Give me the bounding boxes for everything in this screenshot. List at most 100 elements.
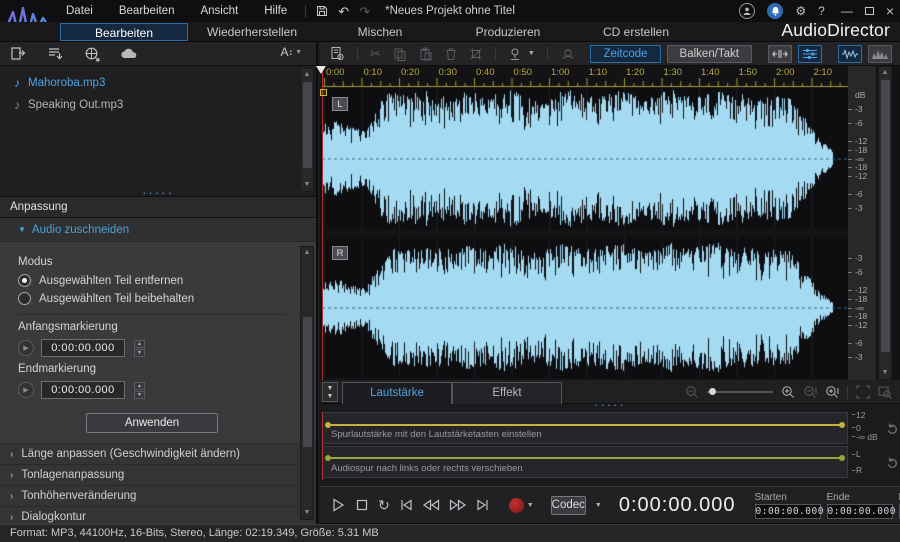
tab-cd-erstellen[interactable]: CD erstellen — [572, 23, 700, 41]
waveform-view-icon[interactable] — [838, 44, 862, 63]
tab-effect[interactable]: Effekt — [452, 381, 562, 404]
section-trim-audio[interactable]: ▼ Audio zuschneiden — [0, 218, 316, 242]
library-scrollbar[interactable]: ▲ ▼ — [300, 68, 314, 192]
save-icon[interactable] — [316, 5, 328, 17]
record-button[interactable] — [508, 497, 524, 513]
envelope-point[interactable] — [839, 455, 845, 461]
marker-caret-icon[interactable]: ▼ — [528, 50, 535, 57]
maximize-button[interactable] — [864, 7, 874, 15]
notifications-icon[interactable] — [767, 3, 784, 19]
stretch-tool-icon[interactable] — [768, 44, 792, 63]
spectral-view-icon[interactable] — [868, 44, 892, 63]
pan-envelope-lane[interactable]: Audiospur nach links oder rechts verschi… — [322, 446, 848, 478]
zoom-out-vertical-icon[interactable] — [803, 385, 817, 399]
waveform-scrollbar[interactable]: ▲ ▼ — [878, 66, 892, 380]
scroll-up-icon[interactable]: ▲ — [301, 247, 313, 259]
record-caret-icon[interactable]: ▼ — [527, 502, 534, 509]
go-to-start-button[interactable] — [399, 495, 413, 515]
sort-control[interactable]: A ↕ ▼ — [281, 45, 302, 59]
scroll-up-icon[interactable]: ▲ — [301, 69, 313, 81]
voice-tool-icon[interactable] — [560, 47, 576, 61]
zoom-in-horizontal-icon[interactable] — [781, 385, 795, 399]
radio-icon[interactable] — [18, 274, 31, 287]
channel-right-badge[interactable]: R — [332, 246, 348, 260]
reset-pan-envelope-icon[interactable] — [886, 446, 900, 478]
add-marker-icon[interactable] — [508, 47, 522, 61]
tab-bearbeiten[interactable]: Bearbeiten — [60, 22, 188, 41]
step-down-icon[interactable]: ▼ — [134, 390, 145, 399]
playhead-marker[interactable] — [316, 66, 326, 74]
menu-bearbeiten[interactable]: Bearbeiten — [107, 3, 187, 19]
menu-datei[interactable]: Datei — [54, 3, 105, 19]
menu-hilfe[interactable]: Hilfe — [252, 3, 299, 19]
loop-button[interactable]: ↻ — [378, 495, 390, 515]
adjust-scrollbar[interactable]: ▲ ▼ — [300, 246, 314, 520]
scrollbar-thumb[interactable] — [881, 80, 890, 352]
zoom-in-vertical-icon[interactable] — [825, 385, 839, 399]
help-icon[interactable]: ? — [818, 5, 825, 17]
section-row[interactable]: › Tonlagenanpassung — [0, 464, 316, 485]
section-row[interactable]: › Länge anpassen (Geschwindigkeit ändern) — [0, 443, 316, 464]
scroll-down-icon[interactable]: ▼ — [301, 507, 313, 519]
zoom-to-selection-icon[interactable] — [878, 385, 892, 399]
zoom-slider[interactable] — [707, 388, 773, 395]
panel-resize-handle[interactable]: ····· — [594, 398, 626, 411]
paste-icon[interactable] — [419, 47, 433, 61]
scroll-up-icon[interactable]: ▲ — [879, 67, 891, 79]
end-marker-input[interactable]: 0:00:00.000 — [41, 381, 125, 399]
start-marker-input[interactable]: 0:00:00.000 — [41, 339, 125, 357]
channel-left-badge[interactable]: L — [332, 97, 348, 111]
section-row[interactable]: › Dialogkontur — [0, 506, 316, 524]
import-file-icon[interactable] — [10, 46, 27, 61]
redo-icon[interactable]: ↷ — [359, 5, 370, 18]
pan-envelope-line[interactable] — [327, 457, 843, 459]
view-bars-beats-button[interactable]: Balken/Takt — [666, 44, 752, 63]
close-button[interactable]: × — [886, 4, 894, 18]
preview-play-icon[interactable]: ▶ — [18, 382, 34, 398]
file-row[interactable]: ♪ Speaking Out.mp3 — [0, 94, 316, 116]
playhead[interactable] — [322, 66, 323, 380]
convert-profile-icon[interactable] — [330, 46, 345, 61]
menu-ansicht[interactable]: Ansicht — [188, 3, 250, 19]
export-file-icon[interactable] — [47, 46, 64, 61]
tab-volume[interactable]: Lautstärke — [342, 381, 452, 404]
cut-icon[interactable]: ✂ — [370, 46, 381, 62]
reset-volume-envelope-icon[interactable] — [886, 412, 900, 444]
copy-icon[interactable] — [393, 47, 407, 61]
scrollbar-thumb[interactable] — [303, 82, 312, 168]
file-row[interactable]: ♪ Mahoroba.mp3 — [0, 72, 316, 94]
step-up-icon[interactable]: ▲ — [134, 381, 145, 390]
user-account-icon[interactable] — [739, 3, 756, 19]
play-button[interactable] — [330, 495, 346, 515]
collapse-track-panel-button[interactable]: ▼ ▼ — [322, 381, 338, 402]
horizontal-divider[interactable]: ····· — [320, 398, 900, 412]
radio-icon[interactable] — [18, 292, 31, 305]
trim-icon[interactable] — [469, 47, 483, 61]
codec-button[interactable]: Codec — [550, 495, 586, 515]
mixer-panel-icon[interactable] — [798, 44, 822, 63]
end-marker-stepper[interactable]: ▲ ▼ — [134, 381, 145, 399]
fast-forward-button[interactable] — [449, 495, 467, 515]
radio-option-1[interactable]: Ausgewählten Teil beibehalten — [18, 292, 286, 305]
undo-icon[interactable]: ↶ — [338, 5, 349, 18]
download-from-web-icon[interactable] — [84, 46, 100, 62]
stop-button[interactable] — [355, 495, 369, 515]
zoom-out-horizontal-icon[interactable] — [685, 385, 699, 399]
minimize-button[interactable]: — — [841, 5, 853, 17]
envelope-point[interactable] — [325, 455, 331, 461]
apply-button[interactable]: Anwenden — [86, 413, 218, 433]
tab-mischen[interactable]: Mischen — [316, 23, 444, 41]
scrollbar-thumb[interactable] — [303, 317, 312, 447]
timeline-ruler[interactable]: 0:00 0:10 0:20 0:30 0:40 0:50 1:00 1:10 1:20 1:30… — [322, 66, 848, 88]
loop-in-marker[interactable] — [320, 89, 327, 96]
delete-icon[interactable] — [445, 47, 457, 61]
waveform-channel-right[interactable]: R — [322, 237, 848, 378]
volume-envelope-line[interactable] — [327, 424, 843, 426]
zoom-slider-knob[interactable] — [709, 388, 716, 395]
view-timecode-button[interactable]: Zeitcode — [590, 44, 661, 63]
scroll-down-icon[interactable]: ▼ — [301, 179, 313, 191]
codec-caret-icon[interactable]: ▼ — [595, 502, 602, 509]
start-marker-stepper[interactable]: ▲ ▼ — [134, 339, 145, 357]
tab-produzieren[interactable]: Produzieren — [444, 23, 572, 41]
scroll-down-icon[interactable]: ▼ — [879, 367, 891, 379]
